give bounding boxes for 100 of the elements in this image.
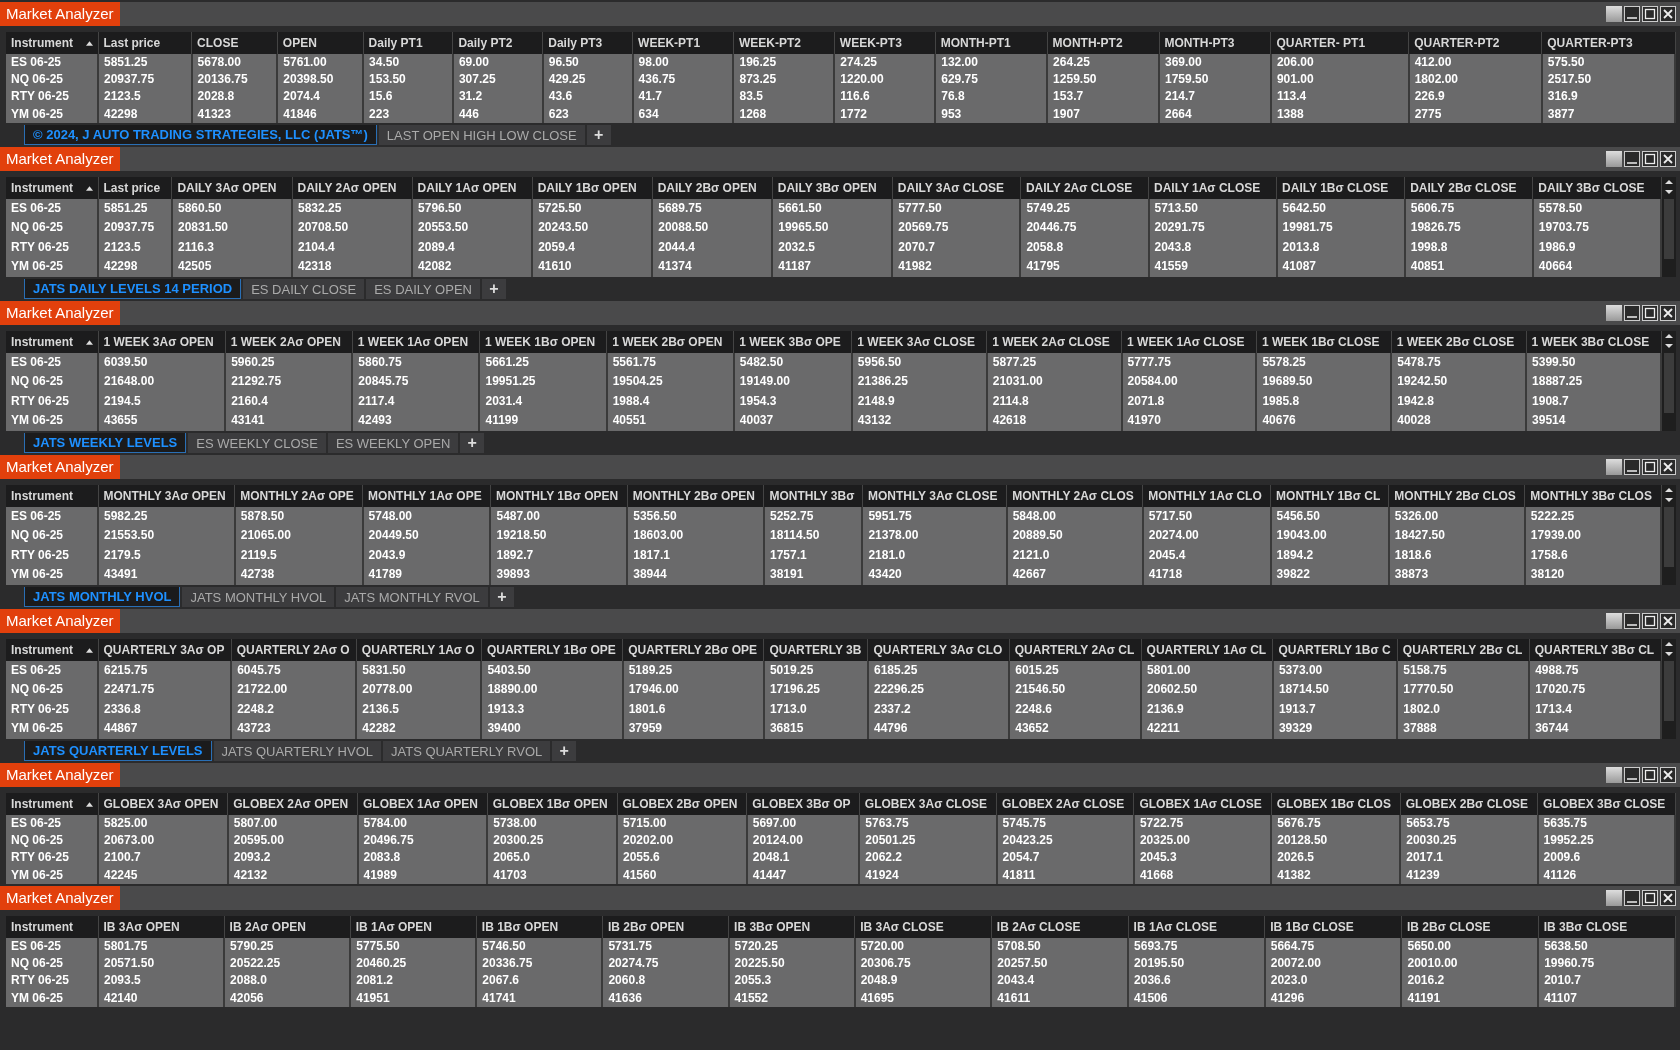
column-header[interactable]: DAILY 2Bσ CLOSE (1410, 181, 1517, 195)
column-header[interactable]: MONTHLY 1Aσ OPE (368, 489, 482, 503)
column-header[interactable]: GLOBEX 1Aσ CLOSE (1139, 797, 1262, 811)
column-header[interactable]: MONTH-PT2 (1052, 36, 1123, 50)
close-icon[interactable] (1660, 305, 1676, 321)
add-tab-button[interactable]: + (460, 433, 485, 453)
scrollbar[interactable] (1662, 485, 1676, 585)
column-header[interactable]: DAILY 2Aσ OPEN (297, 181, 397, 195)
tab[interactable]: JATS QUARTERLY LEVELS (24, 741, 212, 761)
add-tab-button[interactable]: + (586, 125, 611, 145)
close-icon[interactable] (1660, 151, 1676, 167)
column-header[interactable]: Instrument (11, 489, 73, 503)
column-header[interactable]: DAILY 1Bσ OPEN (537, 181, 637, 195)
column-header[interactable]: IB 2Bσ OPEN (607, 920, 685, 934)
column-header[interactable]: GLOBEX 2Aσ OPEN (233, 797, 349, 811)
tab[interactable]: ES WEEKLY CLOSE (188, 433, 326, 453)
column-header[interactable]: DAILY 2Bσ OPEN (657, 181, 757, 195)
column-header[interactable]: QUARTERLY 3Aσ CLO (873, 643, 1003, 657)
column-header[interactable]: IB 2Aσ CLOSE (996, 920, 1081, 934)
close-icon[interactable] (1660, 767, 1676, 783)
column-header[interactable]: MONTHLY 3Aσ OPEN (103, 489, 226, 503)
add-tab-button[interactable]: + (552, 741, 577, 761)
tab[interactable]: ES DAILY OPEN (366, 279, 480, 299)
column-header[interactable]: DAILY 3Aσ OPEN (177, 181, 277, 195)
tab[interactable]: ES DAILY CLOSE (243, 279, 365, 299)
column-header[interactable]: MONTHLY 1Bσ CL (1276, 489, 1381, 503)
column-header[interactable]: 1 WEEK 3Bσ CLOSE (1531, 335, 1650, 349)
column-header[interactable]: IB 2Bσ CLOSE (1406, 920, 1491, 934)
column-header[interactable]: QUARTERLY 3Aσ OP (103, 643, 225, 657)
column-header[interactable]: Instrument (11, 36, 73, 50)
column-header[interactable]: MONTH-PT1 (940, 36, 1011, 50)
column-header[interactable]: Daily PT1 (368, 36, 423, 50)
column-header[interactable]: Daily PT2 (458, 36, 513, 50)
close-icon[interactable] (1660, 890, 1676, 906)
column-header[interactable]: QUARTERLY 3B (769, 643, 862, 657)
column-header[interactable]: 1 WEEK 3Aσ CLOSE (857, 335, 975, 349)
column-header[interactable]: GLOBEX 3Aσ CLOSE (864, 797, 988, 811)
column-header[interactable]: WEEK-PT1 (638, 36, 701, 50)
column-header[interactable]: IB 1Aσ CLOSE (1133, 920, 1218, 934)
tab[interactable]: JATS MONTHLY HVOL (182, 587, 335, 607)
tab[interactable]: JATS MONTHLY HVOL (24, 587, 181, 607)
column-header[interactable]: MONTHLY 1Bσ OPEN (495, 489, 619, 503)
column-header[interactable]: IB 2Aσ OPEN (229, 920, 306, 934)
scrollbar[interactable] (1662, 331, 1676, 431)
column-header[interactable]: IB 1Aσ OPEN (355, 920, 432, 934)
column-header[interactable]: DAILY 1Bσ CLOSE (1282, 181, 1389, 195)
column-header[interactable]: 1 WEEK 2Bσ CLOSE (1396, 335, 1515, 349)
column-header[interactable]: MONTHLY 3Bσ CLOS (1530, 489, 1652, 503)
column-header[interactable]: IB 1Bσ CLOSE (1270, 920, 1354, 934)
column-header[interactable]: QUARTERLY 1Bσ OPE (486, 643, 616, 657)
maximize-icon[interactable] (1642, 151, 1658, 167)
column-header[interactable]: IB 3Aσ CLOSE (860, 920, 944, 934)
column-header[interactable]: QUARTERLY 2Bσ CL (1402, 643, 1523, 657)
column-header[interactable]: Instrument (11, 181, 73, 195)
minimize-icon[interactable] (1624, 6, 1640, 22)
column-header[interactable]: IB 3Aσ OPEN (103, 920, 180, 934)
column-header[interactable]: DAILY 3Bσ CLOSE (1538, 181, 1645, 195)
scrollbar[interactable] (1662, 639, 1676, 739)
column-header[interactable]: MONTHLY 2Bσ OPEN (632, 489, 755, 503)
column-header[interactable]: DAILY 3Bσ OPEN (777, 181, 877, 195)
tab[interactable]: JATS QUARTERLY RVOL (383, 741, 551, 761)
minimize-icon[interactable] (1624, 459, 1640, 475)
maximize-icon[interactable] (1642, 459, 1658, 475)
column-header[interactable]: GLOBEX 1Bσ OPEN (492, 797, 608, 811)
column-header[interactable]: 1 WEEK 2Bσ OPEN (612, 335, 723, 349)
minimize-icon[interactable] (1624, 890, 1640, 906)
minimize-icon[interactable] (1624, 151, 1640, 167)
column-header[interactable]: WEEK-PT3 (839, 36, 902, 50)
column-header[interactable]: Last price (103, 36, 161, 50)
column-header[interactable]: IB 1Bσ OPEN (481, 920, 559, 934)
maximize-icon[interactable] (1642, 6, 1658, 22)
maximize-icon[interactable] (1642, 613, 1658, 629)
column-header[interactable]: MONTHLY 3Bσ (769, 489, 855, 503)
column-header[interactable]: 1 WEEK 1Bσ CLOSE (1261, 335, 1380, 349)
column-header[interactable]: 1 WEEK 1Aσ CLOSE (1127, 335, 1245, 349)
column-header[interactable]: QUARTERLY 1Aσ O (361, 643, 475, 657)
maximize-icon[interactable] (1642, 305, 1658, 321)
tab[interactable]: © 2024, J AUTO TRADING STRATEGIES, LLC (JATS™) (24, 125, 377, 145)
column-header[interactable]: MONTH-PT3 (1164, 36, 1235, 50)
add-tab-button[interactable]: + (489, 587, 514, 607)
tab[interactable]: JATS QUARTERLY HVOL (213, 741, 381, 761)
column-header[interactable]: QUARTERLY 2Aσ CL (1014, 643, 1135, 657)
column-header[interactable]: Instrument (11, 643, 73, 657)
column-header[interactable]: QUARTER- PT1 (1276, 36, 1366, 50)
column-header[interactable]: MONTHLY 2Bσ CLOS (1394, 489, 1516, 503)
column-header[interactable]: GLOBEX 1Bσ CLOS (1276, 797, 1391, 811)
column-header[interactable]: QUARTERLY 2Aσ O (236, 643, 350, 657)
column-header[interactable]: MONTHLY 2Aσ OPE (240, 489, 354, 503)
column-header[interactable]: GLOBEX 3Aσ OPEN (103, 797, 219, 811)
maximize-icon[interactable] (1642, 767, 1658, 783)
column-header[interactable]: GLOBEX 2Bσ OPEN (622, 797, 738, 811)
tab[interactable]: JATS MONTHLY RVOL (336, 587, 488, 607)
column-header[interactable]: QUARTERLY 3Bσ CL (1534, 643, 1655, 657)
tab[interactable]: JATS WEEKLY LEVELS (24, 433, 187, 453)
column-header[interactable]: DAILY 2Aσ CLOSE (1025, 181, 1133, 195)
column-header[interactable]: GLOBEX 3Bσ OP (752, 797, 851, 811)
column-header[interactable]: DAILY 3Aσ CLOSE (897, 181, 1005, 195)
column-header[interactable]: MONTHLY 1Aσ CLO (1148, 489, 1262, 503)
minimize-icon[interactable] (1624, 305, 1640, 321)
column-header[interactable]: QUARTERLY 1Bσ C (1278, 643, 1391, 657)
